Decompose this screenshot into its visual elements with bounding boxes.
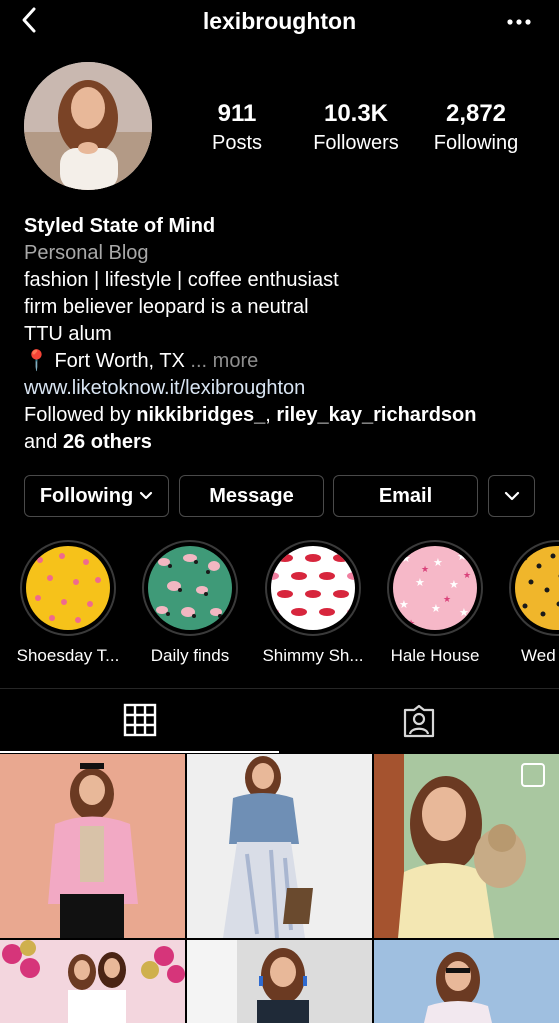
suggested-accounts-button[interactable] <box>488 475 535 517</box>
highlight-title: Shimmy Sh... <box>262 646 364 665</box>
highlight-ring <box>263 540 363 636</box>
email-button[interactable]: Email <box>333 475 478 517</box>
profile-tabs <box>0 688 559 753</box>
svg-text:★: ★ <box>457 550 467 563</box>
more-dots-icon[interactable] <box>505 12 533 32</box>
followed-by-others-line[interactable]: and 26 others <box>24 429 544 456</box>
following-button[interactable]: Following <box>24 475 169 517</box>
tagged-person-icon <box>403 704 435 738</box>
following-count: 2,872 <box>445 100 507 127</box>
and-text: and <box>24 431 63 453</box>
posts-label: Posts <box>211 132 263 154</box>
bio-more-link[interactable]: ... more <box>185 350 258 372</box>
bio-line: TTU alum <box>24 323 112 345</box>
svg-text:★: ★ <box>431 602 441 615</box>
following-button-label: Following <box>39 484 134 507</box>
bio-line: fashion | lifestyle | coffee enthusiast <box>24 269 339 291</box>
message-button[interactable]: Message <box>179 475 324 517</box>
svg-text:★: ★ <box>459 606 469 619</box>
svg-text:★: ★ <box>407 619 415 629</box>
message-button-label: Message <box>209 484 294 507</box>
story-highlight[interactable]: Shimmy Sh... <box>261 540 365 666</box>
svg-text:★: ★ <box>421 565 429 575</box>
grid-icon <box>123 703 156 737</box>
profile-category: Personal Blog <box>24 242 149 264</box>
profile-username: lexibroughton <box>202 8 357 34</box>
post-thumbnail[interactable] <box>187 754 372 938</box>
bio-location-line: 📍 Fort Worth, TX ... more <box>24 348 544 375</box>
highlight-ring <box>142 540 238 636</box>
highlight-ring: ★ ★ ★ ★ ★ ★ ★ ★ ★ ★ ★ ★ <box>387 540 483 636</box>
highlight-title: Shoesday T... <box>16 646 120 665</box>
highlight-ring <box>509 540 559 636</box>
story-highlight[interactable]: Wed <box>505 540 559 666</box>
story-highlight[interactable]: Shoesday T... <box>16 540 120 666</box>
chevron-down-icon <box>140 491 153 500</box>
bio-location: Fort Worth, TX <box>54 350 185 372</box>
highlight-title: Daily finds <box>150 646 230 665</box>
followed-user-link[interactable]: riley_kay_richardson <box>276 404 476 426</box>
email-button-label: Email <box>378 484 433 507</box>
followers-count: 10.3K <box>323 100 389 127</box>
chevron-down-icon <box>504 491 519 501</box>
profile-bio: Styled State of Mind Personal Blog fashi… <box>24 213 544 456</box>
posts-stat[interactable]: 911 Posts <box>196 100 278 156</box>
followed-by-line[interactable]: Followed by nikkibridges_, riley_kay_ric… <box>24 402 544 429</box>
highlight-cover-dots <box>515 546 559 630</box>
post-thumbnail[interactable] <box>0 754 185 938</box>
svg-text:★: ★ <box>401 552 411 565</box>
location-pin-icon: 📍 <box>24 350 49 372</box>
svg-text:★: ★ <box>415 576 425 589</box>
highlight-title: Wed <box>521 646 556 665</box>
followed-others-count[interactable]: 26 others <box>63 431 152 453</box>
highlight-cover-stars: ★ ★ ★ ★ ★★ ★ ★ ★★★★ <box>393 546 477 630</box>
svg-text:★: ★ <box>449 578 459 591</box>
svg-text:★: ★ <box>463 571 471 581</box>
posts-count: 911 <box>217 100 257 127</box>
post-thumbnail[interactable] <box>374 754 559 938</box>
followers-stat[interactable]: 10.3K Followers <box>306 100 406 156</box>
post-thumbnail[interactable] <box>187 940 372 1023</box>
svg-text:★: ★ <box>433 556 443 569</box>
story-highlight[interactable]: Daily finds <box>138 540 242 666</box>
followed-user-link[interactable]: nikkibridges_ <box>136 404 265 426</box>
svg-text:★: ★ <box>443 595 451 605</box>
highlight-cover-hearts <box>26 546 110 630</box>
tab-grid[interactable] <box>0 689 279 753</box>
followers-label: Followers <box>313 132 399 154</box>
following-label: Following <box>433 132 519 154</box>
highlight-title: Hale House <box>390 646 480 665</box>
highlight-cover-lips <box>263 546 363 630</box>
story-highlight[interactable]: ★ ★ ★ ★ ★ ★ ★ ★ ★ ★ ★ ★ Hale House <box>383 540 487 666</box>
profile-header: lexibroughton <box>0 0 559 46</box>
svg-text:★: ★ <box>399 598 409 611</box>
bio-website-link[interactable]: www.liketoknow.it/lexibroughton <box>24 375 544 402</box>
tab-tagged[interactable] <box>279 689 559 753</box>
profile-avatar[interactable] <box>24 62 152 190</box>
profile-display-name: Styled State of Mind <box>24 215 216 237</box>
post-thumbnail[interactable] <box>374 940 559 1023</box>
followed-separator: , <box>265 404 277 426</box>
post-thumbnail[interactable] <box>0 940 185 1023</box>
bio-line: firm believer leopard is a neutral <box>24 296 309 318</box>
followed-by-prefix: Followed by <box>24 404 137 426</box>
following-stat[interactable]: 2,872 Following <box>424 100 528 156</box>
highlight-cover-leopard <box>148 546 232 630</box>
highlight-ring <box>20 540 116 636</box>
